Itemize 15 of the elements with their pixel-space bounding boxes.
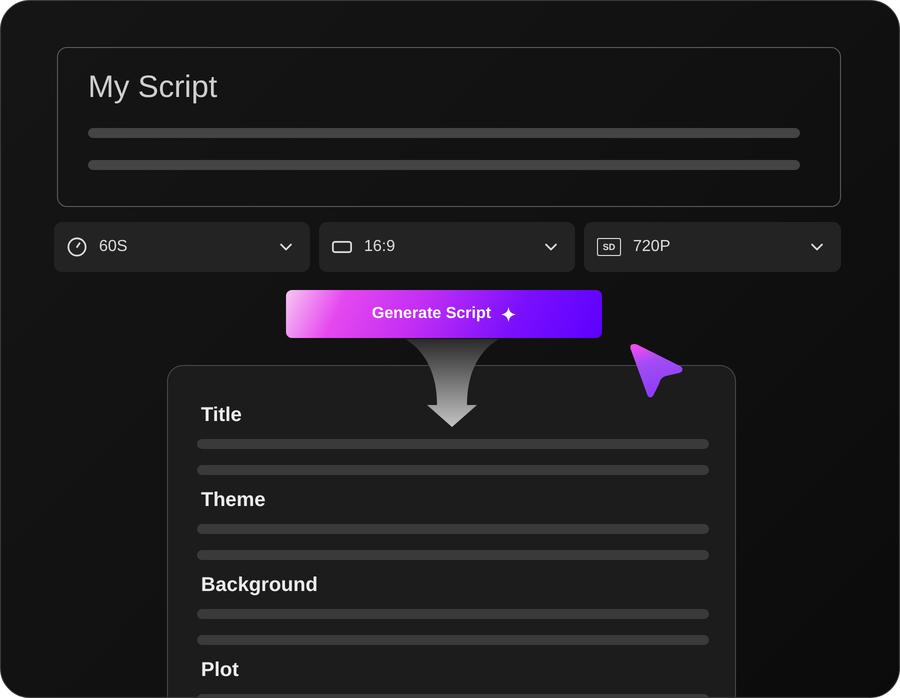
- generate-script-button[interactable]: Generate Script: [286, 290, 602, 338]
- cursor-icon: [628, 343, 684, 399]
- section-heading: Background: [200, 573, 318, 597]
- resolution-badge: SD: [597, 238, 621, 256]
- section-heading: Title: [200, 403, 242, 427]
- timer-icon: [67, 237, 87, 257]
- sparkle-icon: [501, 306, 516, 322]
- duration-select[interactable]: 60S: [54, 222, 310, 272]
- section-heading: Theme: [200, 488, 266, 512]
- aspect-ratio-select[interactable]: 16:9: [319, 222, 575, 272]
- down-arrow-icon: [404, 339, 500, 427]
- resolution-select[interactable]: SD 720P: [584, 222, 841, 272]
- rectangle-icon: [332, 241, 352, 253]
- script-title: My Script: [88, 68, 218, 106]
- section-heading: Plot: [200, 658, 239, 682]
